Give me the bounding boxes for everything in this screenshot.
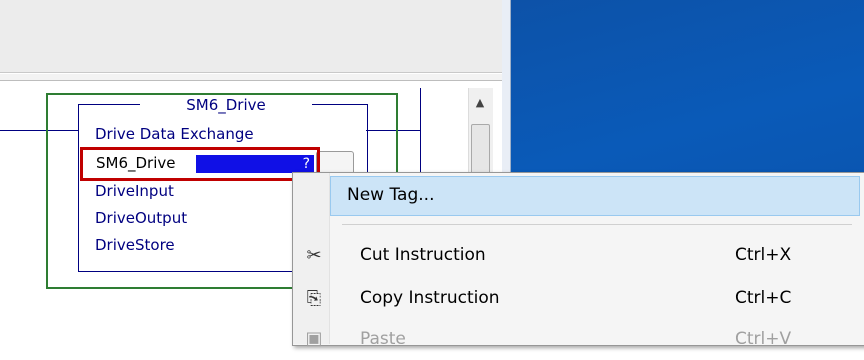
operand-drive-store[interactable]: DriveStore — [95, 235, 175, 255]
menu-item-shortcut: Ctrl+X — [735, 245, 792, 265]
menu-item-paste[interactable]: Paste Ctrl+V — [330, 320, 860, 360]
toolbar-divider — [0, 74, 502, 81]
annotation-highlight-box — [80, 147, 320, 181]
rung-branch-line — [420, 88, 421, 172]
menu-item-copy-instruction[interactable]: Copy Instruction Ctrl+C — [330, 279, 860, 319]
menu-separator — [342, 224, 852, 225]
instruction-title: SM6_Drive — [140, 96, 312, 114]
scroll-up-arrow-icon[interactable]: ▲ — [468, 92, 492, 114]
operand-drive-input[interactable]: DriveInput — [95, 181, 174, 201]
scissors-icon: ✂ — [306, 245, 322, 266]
menu-item-label: Cut Instruction — [360, 245, 486, 265]
menu-item-label: Paste — [360, 329, 406, 349]
menu-item-new-tag[interactable]: New Tag... — [330, 176, 860, 216]
clipboard-icon: ▣ — [305, 328, 323, 349]
menu-item-cut-instruction[interactable]: Cut Instruction Ctrl+X — [330, 236, 860, 276]
operand-drive-output[interactable]: DriveOutput — [95, 208, 187, 228]
menu-item-label: New Tag... — [347, 185, 435, 205]
menu-item-label: Copy Instruction — [360, 288, 500, 308]
operand-description: Drive Data Exchange — [95, 125, 254, 143]
menu-item-shortcut: Ctrl+V — [735, 329, 792, 349]
menu-item-shortcut: Ctrl+C — [735, 288, 792, 308]
toolbar-area — [0, 0, 502, 73]
copy-icon: ⎘ — [306, 288, 322, 309]
